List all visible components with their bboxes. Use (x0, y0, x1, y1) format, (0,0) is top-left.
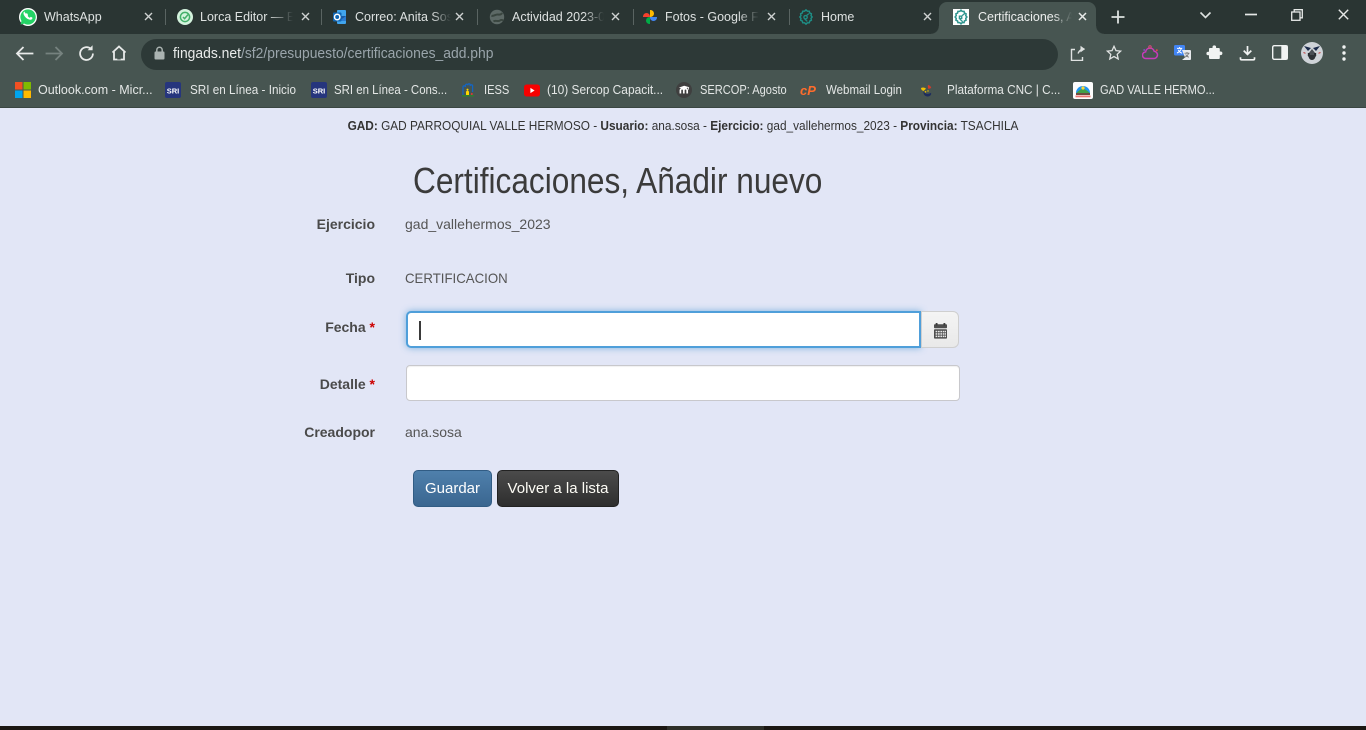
svg-text:SRI: SRI (167, 87, 180, 96)
svg-text:SRI: SRI (313, 87, 326, 96)
svg-text:cP: cP (800, 85, 816, 96)
